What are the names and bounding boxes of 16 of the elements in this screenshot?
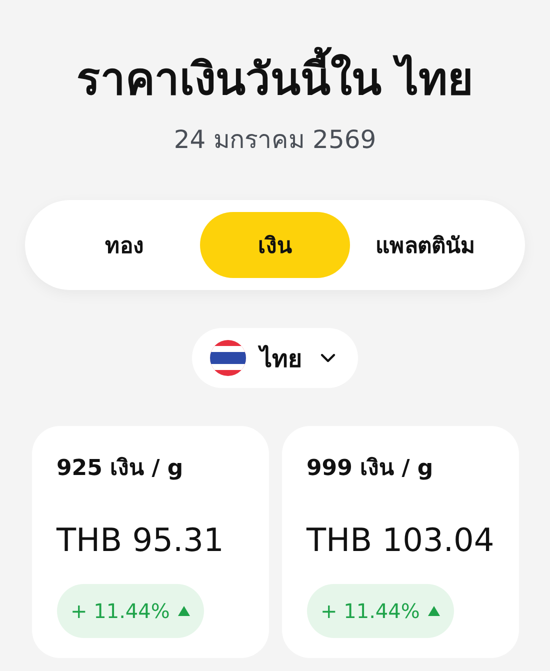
triangle-up-icon xyxy=(428,606,440,616)
change-badge: + 11.44% xyxy=(306,584,454,638)
price-value: THB 103.04 xyxy=(306,520,496,560)
metal-tab[interactable]: ทอง xyxy=(49,212,200,278)
country-selector[interactable]: ไทย xyxy=(192,328,358,388)
flag-icon xyxy=(210,340,246,376)
chevron-down-icon xyxy=(320,353,336,363)
card-title: 999 เงิน / g xyxy=(306,455,434,483)
change-badge: + 11.44% xyxy=(56,584,204,638)
metal-tab[interactable]: เงิน xyxy=(200,212,350,278)
page-title: ราคาเงินวันนี้ใน ไทย xyxy=(76,48,474,112)
card-title: 925 เงิน / g xyxy=(56,455,184,483)
price-value: THB 95.31 xyxy=(56,520,225,560)
metal-tab[interactable]: แพลตตินัม xyxy=(350,212,502,278)
date-text: 24 มกราคม 2569 xyxy=(174,124,376,156)
triangle-up-icon xyxy=(178,606,190,616)
